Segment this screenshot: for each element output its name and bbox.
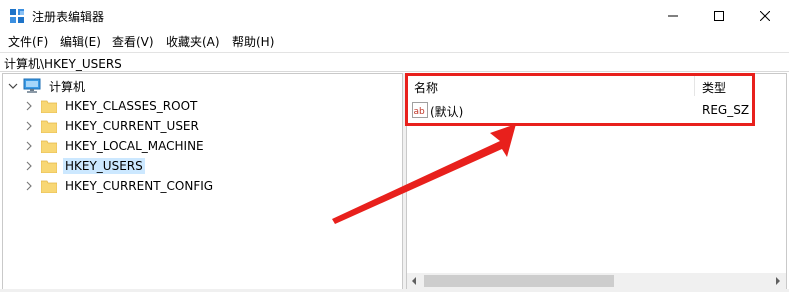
window-title: 注册表编辑器	[32, 10, 105, 24]
minimize-icon	[668, 15, 678, 16]
chevron-down-icon[interactable]	[7, 80, 19, 92]
close-button[interactable]	[742, 0, 788, 31]
tree-root-label: 计算机	[49, 79, 86, 94]
tree-item-label: HKEY_CURRENT_CONFIG	[65, 179, 214, 193]
chevron-right-icon[interactable]	[23, 140, 35, 152]
tree-item-label-selected: HKEY_USERS	[63, 158, 145, 174]
folder-icon	[41, 100, 57, 113]
tree-item-current-user[interactable]: HKEY_CURRENT_USER	[23, 116, 201, 136]
horizontal-scrollbar[interactable]	[407, 273, 786, 289]
folder-icon	[41, 140, 57, 153]
scroll-thumb[interactable]	[424, 275, 614, 287]
tree-item-classes-root[interactable]: HKEY_CLASSES_ROOT	[23, 96, 199, 116]
scroll-left-icon[interactable]	[410, 277, 418, 285]
menu-view[interactable]: 查看(V)	[112, 33, 154, 50]
menu-file[interactable]: 文件(F)	[8, 33, 48, 50]
scroll-right-icon[interactable]	[774, 277, 782, 285]
tree-item-current-config[interactable]: HKEY_CURRENT_CONFIG	[23, 176, 215, 196]
menu-edit[interactable]: 编辑(E)	[60, 33, 101, 50]
menu-help[interactable]: 帮助(H)	[232, 33, 274, 50]
key-tree-pane[interactable]: 计算机 HKEY_CLASSES_ROOT HKEY_CURRENT_USER …	[2, 73, 403, 290]
menu-favorites[interactable]: 收藏夹(A)	[166, 33, 220, 50]
chevron-right-icon[interactable]	[23, 100, 35, 112]
address-bar[interactable]: 计算机\HKEY_USERS	[0, 52, 789, 72]
tree-item-local-machine[interactable]: HKEY_LOCAL_MACHINE	[23, 136, 206, 156]
tree-item-label: HKEY_CLASSES_ROOT	[65, 99, 198, 113]
tree-root[interactable]: 计算机	[7, 76, 87, 96]
annotation-highlight-box	[405, 73, 755, 126]
folder-icon	[41, 160, 57, 173]
close-icon	[760, 10, 770, 21]
maximize-button[interactable]	[696, 0, 742, 31]
registry-editor-icon	[10, 9, 24, 23]
folder-icon	[41, 180, 57, 193]
computer-icon	[23, 78, 41, 93]
title-bar: 注册表编辑器	[0, 0, 789, 31]
chevron-right-icon[interactable]	[23, 180, 35, 192]
chevron-right-icon[interactable]	[23, 120, 35, 132]
address-path[interactable]: 计算机\HKEY_USERS	[4, 55, 122, 72]
chevron-right-icon[interactable]	[23, 160, 35, 172]
menu-bar: 文件(F) 编辑(E) 查看(V) 收藏夹(A) 帮助(H)	[0, 31, 789, 51]
maximize-icon	[714, 10, 724, 21]
tree-item-label: HKEY_LOCAL_MACHINE	[65, 139, 204, 153]
folder-icon	[41, 120, 57, 133]
tree-item-label: HKEY_CURRENT_USER	[65, 119, 199, 133]
minimize-button[interactable]	[650, 0, 696, 31]
tree-item-users[interactable]: HKEY_USERS	[23, 156, 145, 176]
